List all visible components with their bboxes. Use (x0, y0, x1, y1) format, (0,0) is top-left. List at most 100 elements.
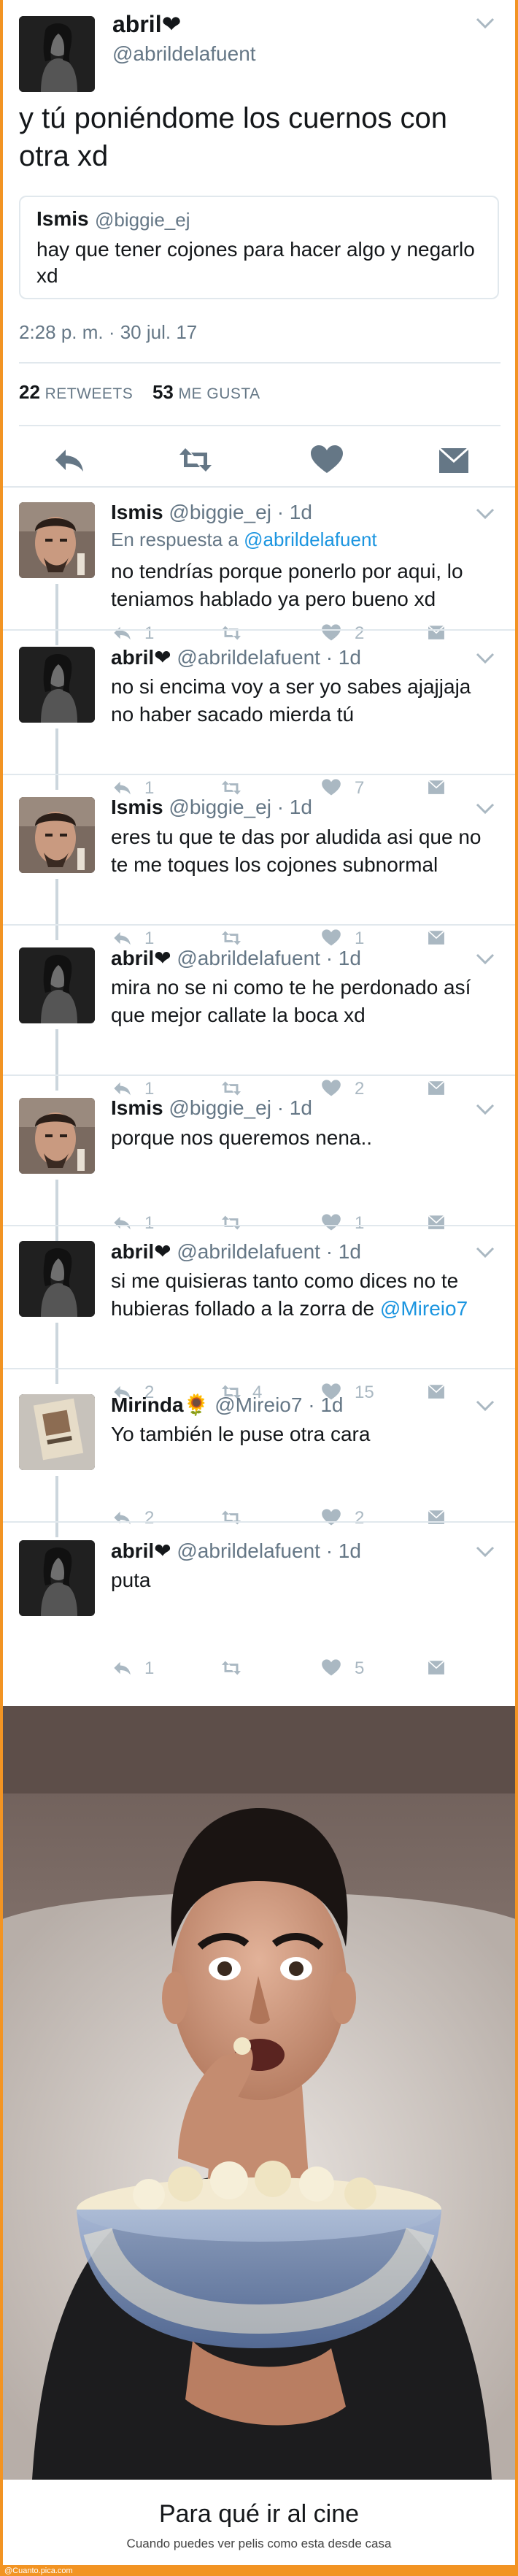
reply-header: Ismis @biggie_ej · 1d (111, 501, 312, 524)
reply-author-handle[interactable]: @biggie_ej (169, 501, 271, 523)
chevron-down-icon[interactable] (476, 18, 495, 29)
chevron-down-icon[interactable] (476, 1400, 495, 1412)
likes-count[interactable]: 53 (152, 381, 174, 403)
avatar[interactable] (19, 1394, 95, 1470)
reply-tweet[interactable]: abril❤ @abrildelafuent · 1d mira no se n… (3, 933, 515, 1099)
quoted-author-name: Ismis (36, 207, 89, 230)
chevron-down-icon[interactable] (476, 1546, 495, 1558)
reply-tweet[interactable]: Ismis @biggie_ej · 1d En respuesta a @ab… (3, 488, 515, 645)
meme-frame: abril❤ @abrildelafuent y tú poniéndome l… (3, 0, 515, 2565)
reply-author-name[interactable]: abril❤ (111, 1539, 171, 1562)
chevron-down-icon[interactable] (476, 508, 495, 520)
divider (3, 1074, 515, 1076)
like-icon[interactable] (309, 444, 344, 476)
chevron-down-icon[interactable] (476, 803, 495, 815)
reply-author-handle[interactable]: @abrildelafuent (177, 1240, 320, 1263)
reply-tweet[interactable]: abril❤ @abrildelafuent · 1d puta 1 5 (3, 1526, 515, 1707)
chevron-down-icon[interactable] (476, 653, 495, 664)
reply-tweet[interactable]: abril❤ @abrildelafuent · 1d no si encima… (3, 632, 515, 798)
reply-text: Yo también le puse otra cara (111, 1420, 498, 1448)
reply-time[interactable]: · 1d (308, 1393, 343, 1416)
reply-author-name[interactable]: Ismis (111, 796, 163, 818)
reply-author-handle[interactable]: @abrildelafuent (177, 1539, 320, 1562)
reply-author-name[interactable]: abril❤ (111, 1240, 171, 1263)
author-name[interactable]: abril❤ (112, 10, 181, 38)
reply-time[interactable]: · 1d (326, 1539, 361, 1562)
meme-caption: Para qué ir al cine Cuando puedes ver pe… (3, 2480, 515, 2565)
divider (3, 1368, 515, 1369)
retweets-count[interactable]: 22 (19, 381, 40, 403)
reply-tweet[interactable]: Mirinda🌻 @Mireio7 · 1d Yo también le pus… (3, 1380, 515, 1537)
reply-text-line: puta (111, 1569, 151, 1591)
avatar[interactable] (19, 1540, 95, 1616)
reply-text: puta (111, 1566, 498, 1594)
avatar[interactable] (19, 1098, 95, 1174)
tweet-text: y tú poniéndome los cuernos con otra xd (19, 102, 448, 172)
quoted-tweet[interactable]: Ismis @biggie_ej hay que tener cojones p… (19, 196, 499, 299)
tweet-actions (3, 438, 515, 482)
reply-text-line: no si encima voy a ser yo sabes ajajjaja (111, 675, 471, 698)
reply-text-line: Yo también le puse otra cara (111, 1423, 371, 1445)
reply-text-line: si me quisieras tanto como dices no te (111, 1269, 459, 1292)
reply-text-line: mira no se ni como te he perdonado así (111, 976, 471, 999)
thread-line (55, 728, 58, 790)
retweets-label[interactable]: RETWEETS (45, 385, 134, 402)
tweet-timestamp[interactable]: 2:28 p. m. · 30 jul. 17 (19, 321, 197, 344)
quoted-text: hay que tener cojones para hacer algo y … (36, 238, 475, 287)
watermark: @Cuanto.pica.com (4, 2567, 73, 2575)
reply-tweet[interactable]: abril❤ @abrildelafuent · 1d si me quisie… (3, 1226, 515, 1402)
reply-count: 1 (144, 1658, 155, 1678)
chevron-down-icon[interactable] (476, 1247, 495, 1258)
reply-tweet[interactable]: Ismis @biggie_ej · 1d porque nos queremo… (3, 1083, 515, 1241)
author-handle[interactable]: @abrildelafuent (112, 42, 256, 66)
reply-text-line: no haber sacado mierda tú (111, 703, 355, 726)
reply-text-line: no tendrías porque ponerlo por aqui, lo (111, 560, 463, 583)
reply-author-handle[interactable]: @biggie_ej (169, 796, 271, 818)
reply-author-name[interactable]: Ismis (111, 1096, 163, 1119)
reply-author-name[interactable]: Ismis (111, 501, 163, 523)
reply-text: porque nos queremos nena.. (111, 1124, 498, 1152)
reply-time[interactable]: · 1d (277, 501, 312, 523)
avatar[interactable] (19, 502, 95, 578)
reply-text: no tendrías porque ponerlo por aqui, lo t… (111, 558, 498, 613)
avatar[interactable] (19, 16, 95, 92)
reply-text-line: teniamos hablado ya pero bueno xd (111, 588, 436, 610)
reply-time[interactable]: · 1d (326, 947, 361, 969)
reply-tweet[interactable]: Ismis @biggie_ej · 1d eres tu que te das… (3, 783, 515, 948)
chevron-down-icon[interactable] (476, 953, 495, 965)
divider (3, 1521, 515, 1523)
reply-author-name[interactable]: abril❤ (111, 646, 171, 669)
like-count: 5 (355, 1658, 365, 1678)
reply-icon[interactable] (51, 444, 86, 476)
reply-author-handle[interactable]: @abrildelafuent (177, 646, 320, 669)
divider (19, 362, 500, 364)
reply-header: Mirinda🌻 @Mireio7 · 1d (111, 1393, 343, 1417)
reply-author-name[interactable]: abril❤ (111, 947, 171, 969)
avatar[interactable] (19, 647, 95, 723)
likes-label[interactable]: ME GUSTA (179, 385, 260, 402)
in-reply-to-link[interactable]: @abrildelafuent (244, 528, 377, 550)
chevron-down-icon[interactable] (476, 1104, 495, 1115)
reply-author-handle[interactable]: @abrildelafuent (177, 947, 320, 969)
reply-time[interactable]: · 1d (277, 1096, 312, 1119)
reply-time[interactable]: · 1d (326, 1240, 361, 1263)
reply-author-handle[interactable]: @Mireio7 (214, 1393, 302, 1416)
message-icon[interactable] (436, 444, 471, 476)
reply-time[interactable]: · 1d (277, 796, 312, 818)
reply-text-line: eres tu que te das por aludida asi que n… (111, 826, 482, 848)
reply-author-name[interactable]: Mirinda🌻 (111, 1393, 209, 1416)
reply-header: abril❤ @abrildelafuent · 1d (111, 1239, 361, 1264)
quoted-author-handle: @biggie_ej (95, 209, 190, 231)
reply-author-handle[interactable]: @biggie_ej (169, 1096, 271, 1119)
reply-text: eres tu que te das por aludida asi que n… (111, 823, 498, 879)
reply-time[interactable]: · 1d (326, 646, 361, 669)
avatar[interactable] (19, 797, 95, 873)
retweet-icon[interactable] (178, 444, 213, 476)
divider (3, 629, 515, 631)
avatar[interactable] (19, 947, 95, 1023)
mention-link[interactable]: @Mireio7 (380, 1297, 468, 1320)
avatar[interactable] (19, 1241, 95, 1317)
reply-header: Ismis @biggie_ej · 1d (111, 796, 312, 819)
meme-title: Para qué ir al cine (158, 2500, 360, 2528)
reply-text-line: porque nos queremos nena.. (111, 1126, 373, 1149)
